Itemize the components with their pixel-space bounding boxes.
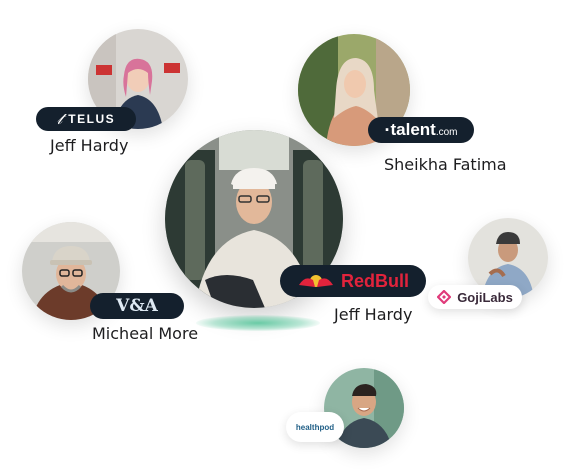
person-name: Sheikha Fatima (384, 155, 507, 174)
gojilabs-logo-icon (437, 290, 452, 304)
talent-logo-text: talent (390, 120, 436, 139)
redbull-badge: RedBull (280, 265, 426, 297)
healthpod-badge: healthpod (286, 412, 344, 442)
telus-logo-icon: 𝓉 (56, 109, 63, 128)
telus-logo-text: TELUS (68, 112, 116, 126)
gojilabs-badge: GojiLabs (428, 285, 522, 309)
talent-badge: · talent .com (368, 117, 474, 143)
testimonial-cluster: 𝓉 TELUS Jeff Hardy · talent .com Sheikha… (0, 0, 570, 476)
person-name: Jeff Hardy (334, 305, 413, 324)
redbull-logo-icon (298, 275, 333, 287)
telus-badge: 𝓉 TELUS (36, 107, 136, 131)
accent-glow (196, 315, 320, 331)
talent-logo-suffix: .com (435, 126, 458, 138)
va-badge: V&A (90, 293, 184, 319)
redbull-logo-text: RedBull (340, 270, 409, 291)
person-name: Micheal More (92, 324, 199, 343)
healthpod-logo-icon: healthpod (295, 422, 335, 432)
person-name: Jeff Hardy (50, 136, 129, 155)
gojilabs-logo-text: GojiLabs (457, 289, 513, 305)
va-logo-icon: V&A (116, 296, 158, 316)
